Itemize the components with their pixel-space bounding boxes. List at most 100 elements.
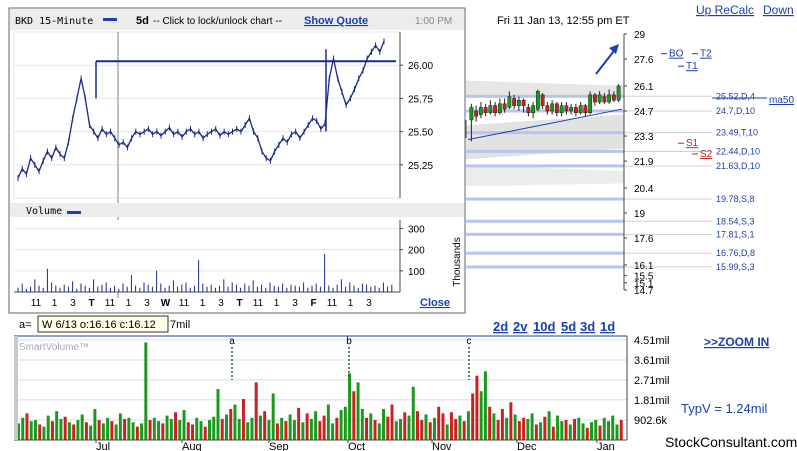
smartvolume-bar <box>615 424 619 440</box>
smartvolume-bar <box>619 420 623 440</box>
zoom-in-link[interactable]: >>ZOOM IN <box>704 335 769 349</box>
smartvolume-bar <box>237 418 241 440</box>
down-link[interactable]: Down <box>763 3 794 17</box>
daily-tick-label: 26.1 <box>634 82 654 93</box>
smartvolume-bar <box>191 424 195 440</box>
intraday-x-tick: 11 <box>105 298 116 309</box>
smartvolume-bar <box>263 411 267 440</box>
smartvolume-bar <box>46 415 50 440</box>
level-line <box>466 149 624 153</box>
smartvolume-bar <box>178 420 182 440</box>
daily-candle <box>597 94 602 103</box>
close-link[interactable]: Close <box>420 297 450 309</box>
intraday-x-tick: 1 <box>274 298 280 309</box>
period-link-2d[interactable]: 2d <box>493 319 508 334</box>
period-link-3d[interactable]: 3d <box>580 319 595 334</box>
smartvolume-bar <box>246 422 250 440</box>
smartvolume-bar <box>254 382 258 440</box>
smartvolume-bar <box>271 393 275 440</box>
smartvolume-bar <box>365 417 369 440</box>
smartvolume-bar <box>611 415 615 440</box>
smartvolume-bar <box>314 411 318 440</box>
smartvolume-bar <box>140 423 144 440</box>
smartvolume-bar <box>437 406 441 440</box>
smartvolume-bar <box>89 425 93 440</box>
smartvolume-bar <box>157 421 161 440</box>
period-link-5d[interactable]: 5d <box>561 319 576 334</box>
level-label: 16.76,D,8 <box>716 248 755 258</box>
smartvolume-bar <box>505 417 509 440</box>
smartvolume-bar <box>318 421 322 440</box>
smartvolume-bar <box>33 420 37 440</box>
inset-time: 1:00 PM <box>415 16 452 27</box>
smartvolume-bar <box>577 417 581 440</box>
intraday-x-tick: 11 <box>253 298 264 309</box>
daily-candle <box>478 107 483 115</box>
level-line <box>466 251 624 255</box>
intraday-x-tick: 3 <box>218 298 224 309</box>
level-label: 18.54,S,3 <box>716 216 755 226</box>
intraday-x-tick: W <box>161 298 171 309</box>
daily-candle <box>611 94 616 101</box>
show-quote-link[interactable]: Show Quote <box>304 15 368 27</box>
daily-candle <box>531 105 536 114</box>
smartvolume-bar <box>55 411 59 440</box>
smartvolume-bar <box>101 423 105 440</box>
daily-tick-label: 14.7 <box>634 286 654 297</box>
daily-candle <box>583 105 588 114</box>
site-footer: StockConsultant.com <box>665 434 797 450</box>
smartvolume-bar <box>530 413 534 440</box>
volume-tick-label: 200 <box>408 246 425 257</box>
smartvolume-bar <box>526 418 530 440</box>
smartvolume-bar <box>479 391 483 440</box>
smartvolume-bar <box>492 413 496 440</box>
volume-tick-label: 100 <box>408 267 425 278</box>
daily-tick-label: 24.7 <box>634 107 654 118</box>
thousands-label: Thousands <box>452 237 463 286</box>
smartvolume-bar <box>458 415 462 440</box>
smartvolume-bar <box>517 421 521 440</box>
smartvolume-bar <box>123 418 127 440</box>
stock-chart-page: Up ReCalc Down Fri 11 Jan 13, 12:55 pm ET 2… <box>0 0 797 451</box>
smartvolume-bar <box>59 418 63 440</box>
level-label: 19.78,S,8 <box>716 194 755 204</box>
smartvolume-bar <box>212 416 216 440</box>
target-marker: S2 <box>700 149 713 160</box>
smartvolume-bar <box>403 412 407 440</box>
daily-candle <box>602 96 607 103</box>
period-link-10d[interactable]: 10d <box>533 319 555 334</box>
daily-candle <box>474 110 479 117</box>
volume-pane <box>14 220 400 292</box>
level-label: 21.63,D,10 <box>716 161 760 171</box>
intraday-x-tick: 1 <box>52 298 58 309</box>
level-line <box>466 164 624 168</box>
smartvolume-bar <box>186 422 190 440</box>
smartvolume-bar <box>284 421 288 440</box>
smartvolume-bar <box>305 413 309 440</box>
smartvolume-bar <box>454 418 458 440</box>
volume-label: Volume <box>26 206 62 217</box>
daily-tick-label: 19 <box>634 209 646 220</box>
smartvolume-bar <box>356 382 360 440</box>
period-link-2v[interactable]: 2v <box>513 319 528 334</box>
month-label: Oct <box>348 441 365 451</box>
target-marker: BO <box>669 49 684 60</box>
smartvolume-bar <box>135 426 139 440</box>
smartvolume-bar <box>127 417 131 440</box>
tooltip-suffix: 7mil <box>170 319 190 331</box>
volume-header-bar <box>10 203 464 217</box>
period-link-1d[interactable]: 1d <box>600 319 615 334</box>
price-tick-label: 25.50 <box>408 128 433 139</box>
up-recalc-link[interactable]: Up ReCalc <box>696 3 754 17</box>
smartvolume-bar <box>585 427 589 440</box>
smartvolume-left-shade <box>14 336 18 440</box>
daily-candle <box>554 103 559 114</box>
smartvolume-bar <box>551 426 555 440</box>
ma50-label[interactable]: ma50 <box>769 95 794 106</box>
smartvolume-bar <box>301 422 305 440</box>
lock-unlock-text[interactable]: -- Click to lock/unlock chart -- <box>153 16 282 27</box>
volume-legend-swatch <box>67 211 81 214</box>
smartvolume-bar <box>416 411 419 440</box>
daily-candle <box>535 91 540 110</box>
smartvolume-bar <box>394 421 398 440</box>
